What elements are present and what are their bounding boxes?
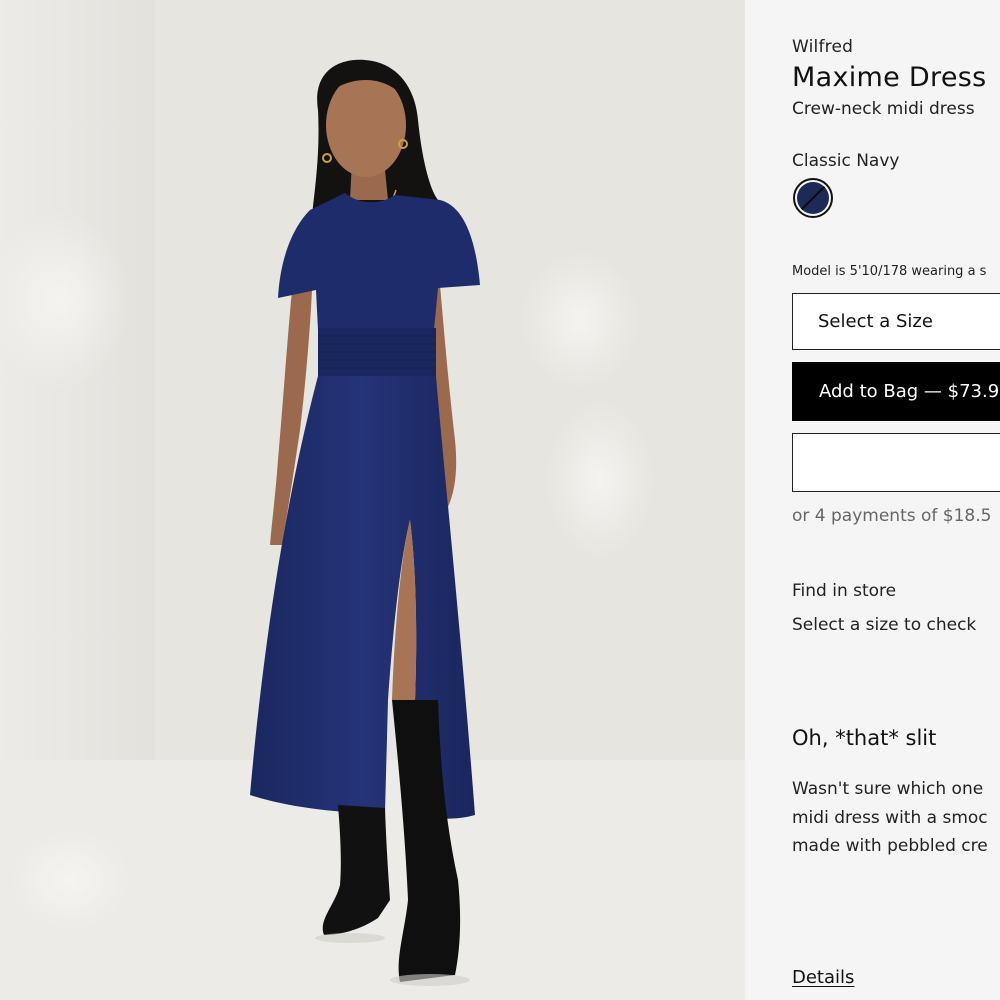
brand-name[interactable]: Wilfred bbox=[792, 37, 853, 57]
color-swatch-classic-navy[interactable] bbox=[793, 178, 833, 218]
size-select[interactable]: Select a Size bbox=[792, 293, 1000, 350]
shadow bbox=[315, 933, 385, 943]
light-glow bbox=[10, 830, 130, 930]
description-line: Wasn't sure which one bbox=[792, 779, 984, 799]
model-size-note: Model is 5'10/178 wearing a s bbox=[792, 264, 987, 279]
secondary-payment-button[interactable] bbox=[792, 433, 1000, 492]
description-heading: Oh, *that* slit bbox=[792, 726, 937, 750]
product-photo bbox=[0, 0, 745, 1000]
shadow bbox=[390, 974, 470, 986]
product-title: Maxime Dress bbox=[792, 62, 987, 93]
product-info-panel: Wilfred Maxime Dress Crew-neck midi dres… bbox=[745, 0, 1000, 1000]
product-page: Wilfred Maxime Dress Crew-neck midi dres… bbox=[0, 0, 1000, 1000]
details-link[interactable]: Details bbox=[792, 967, 854, 988]
description-line: made with pebbled cre bbox=[792, 836, 988, 856]
selected-color-label: Classic Navy bbox=[792, 151, 900, 171]
face bbox=[326, 73, 406, 177]
add-to-bag-button[interactable]: Add to Bag — $73.9 bbox=[792, 362, 1000, 421]
find-in-store-note: Select a size to check bbox=[792, 615, 977, 635]
product-subtitle: Crew-neck midi dress bbox=[792, 99, 975, 119]
product-description: Wasn't sure which one midi dress with a … bbox=[792, 775, 988, 861]
light-glow bbox=[545, 400, 655, 560]
light-glow bbox=[520, 250, 640, 390]
swatch-color-icon bbox=[797, 182, 829, 214]
find-in-store-heading: Find in store bbox=[792, 581, 897, 601]
model-illustration bbox=[0, 0, 745, 1000]
installment-payments-text: or 4 payments of $18.5 bbox=[792, 506, 992, 526]
description-line: midi dress with a smoc bbox=[792, 807, 988, 828]
